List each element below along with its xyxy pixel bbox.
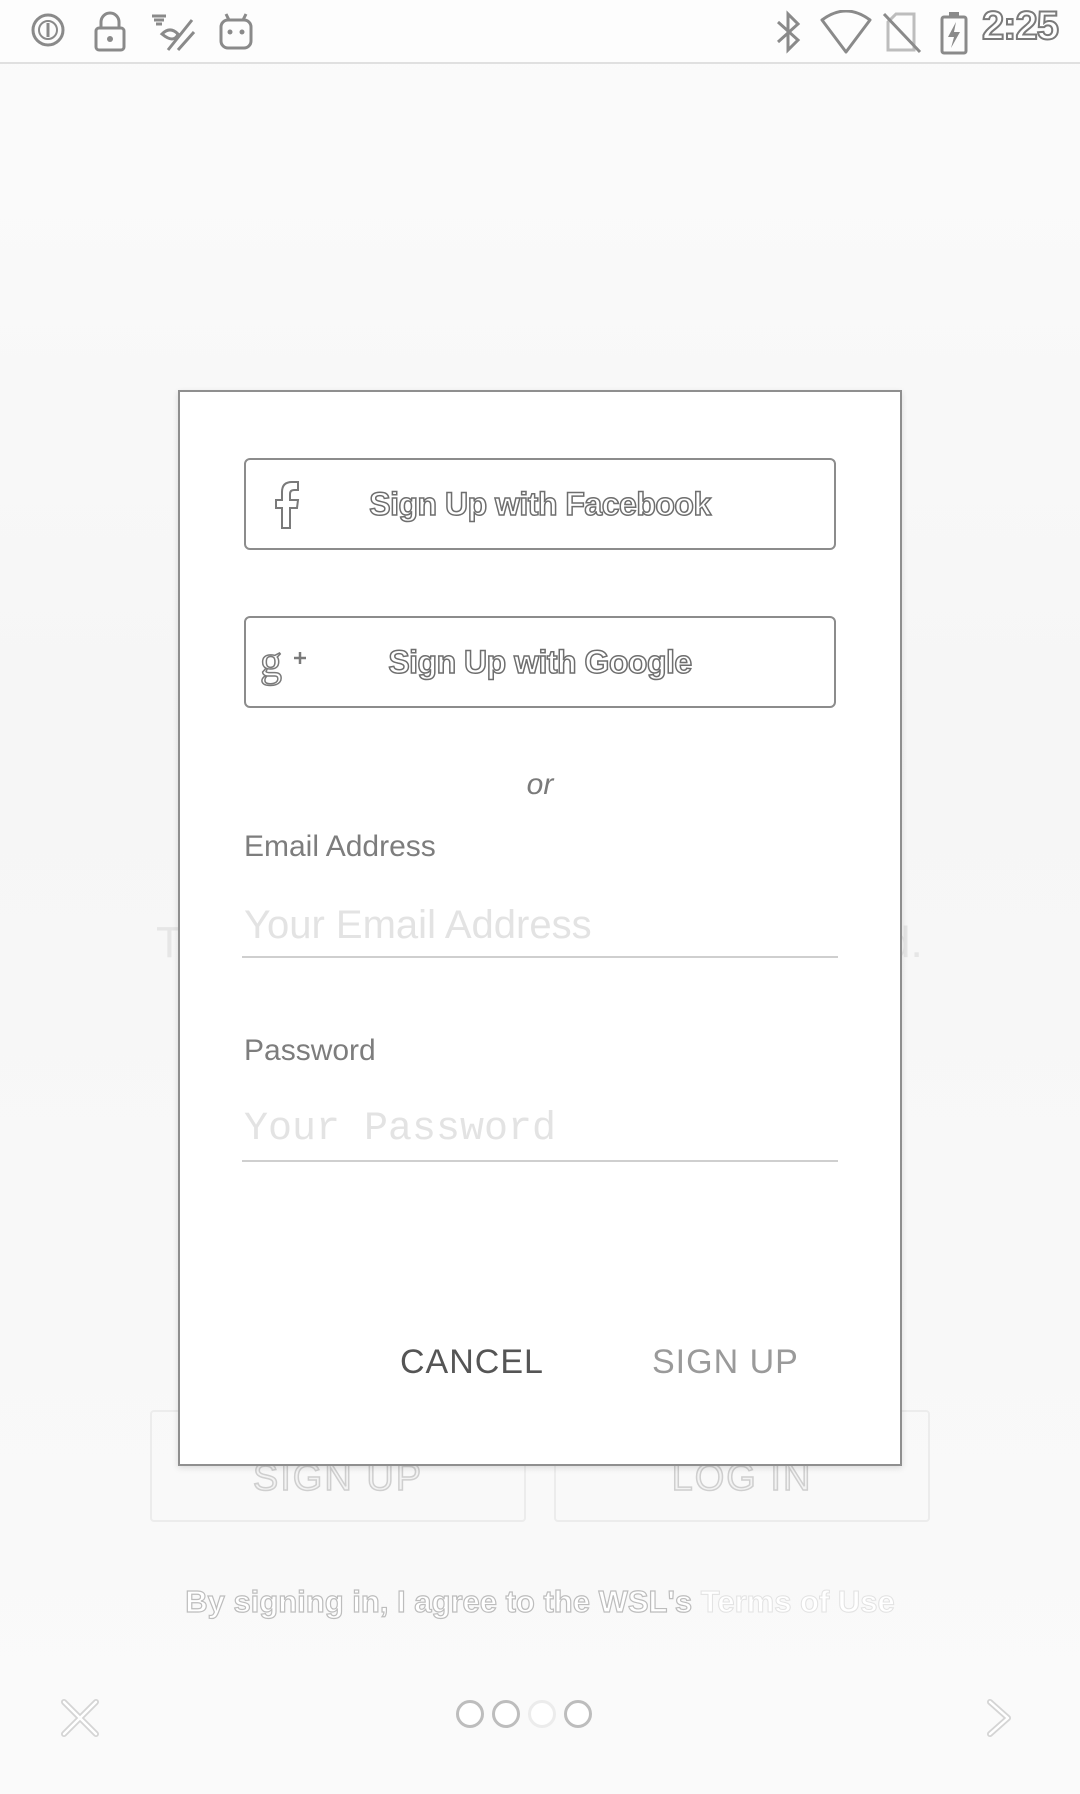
close-icon[interactable] — [58, 1696, 102, 1740]
signup-facebook-label: Sign Up with Facebook — [368, 485, 712, 523]
email-input[interactable] — [242, 894, 838, 958]
android-icon — [219, 13, 253, 50]
screen: 2:25 T d. SIGN UP LOG IN By signing in, … — [0, 0, 1080, 1794]
email-label: Email Address — [244, 830, 436, 863]
circle-i-icon — [31, 13, 65, 47]
pagination-dot-active[interactable] — [528, 1700, 556, 1728]
password-label: Password — [244, 1034, 376, 1067]
pagination-dot[interactable] — [564, 1700, 592, 1728]
or-divider: or — [526, 768, 554, 801]
chevron-right-icon[interactable] — [976, 1696, 1020, 1740]
pagination-dot[interactable] — [456, 1700, 484, 1728]
status-bar: 2:25 — [0, 0, 1080, 64]
terms-of-use-link[interactable]: Terms of Use — [700, 1584, 895, 1620]
food-icon — [152, 14, 196, 51]
signup-button[interactable]: SIGN UP — [652, 1332, 799, 1392]
pagination-dot[interactable] — [492, 1700, 520, 1728]
terms-prefix: By signing in, I agree to the WSL's — [185, 1583, 701, 1619]
no-sim-icon — [882, 12, 922, 54]
lock-icon — [94, 11, 126, 52]
bluetooth-icon — [776, 10, 801, 54]
cancel-button[interactable]: CANCEL — [400, 1332, 544, 1392]
wifi-icon — [820, 10, 872, 54]
battery-charging-icon — [940, 12, 968, 55]
pagination-dots — [456, 1700, 592, 1728]
status-time: 2:25 — [981, 3, 1060, 49]
terms-text: By signing in, I agree to the WSL's Term… — [0, 1583, 1080, 1620]
signup-google-button[interactable]: g Sign Up with Google — [244, 616, 836, 708]
signup-facebook-button[interactable]: Sign Up with Facebook — [244, 458, 836, 550]
signup-dialog: Sign Up with Facebook g Sign Up with Goo… — [178, 390, 902, 1466]
signup-google-label: Sign Up with Google — [388, 643, 693, 681]
password-input[interactable] — [242, 1098, 838, 1162]
